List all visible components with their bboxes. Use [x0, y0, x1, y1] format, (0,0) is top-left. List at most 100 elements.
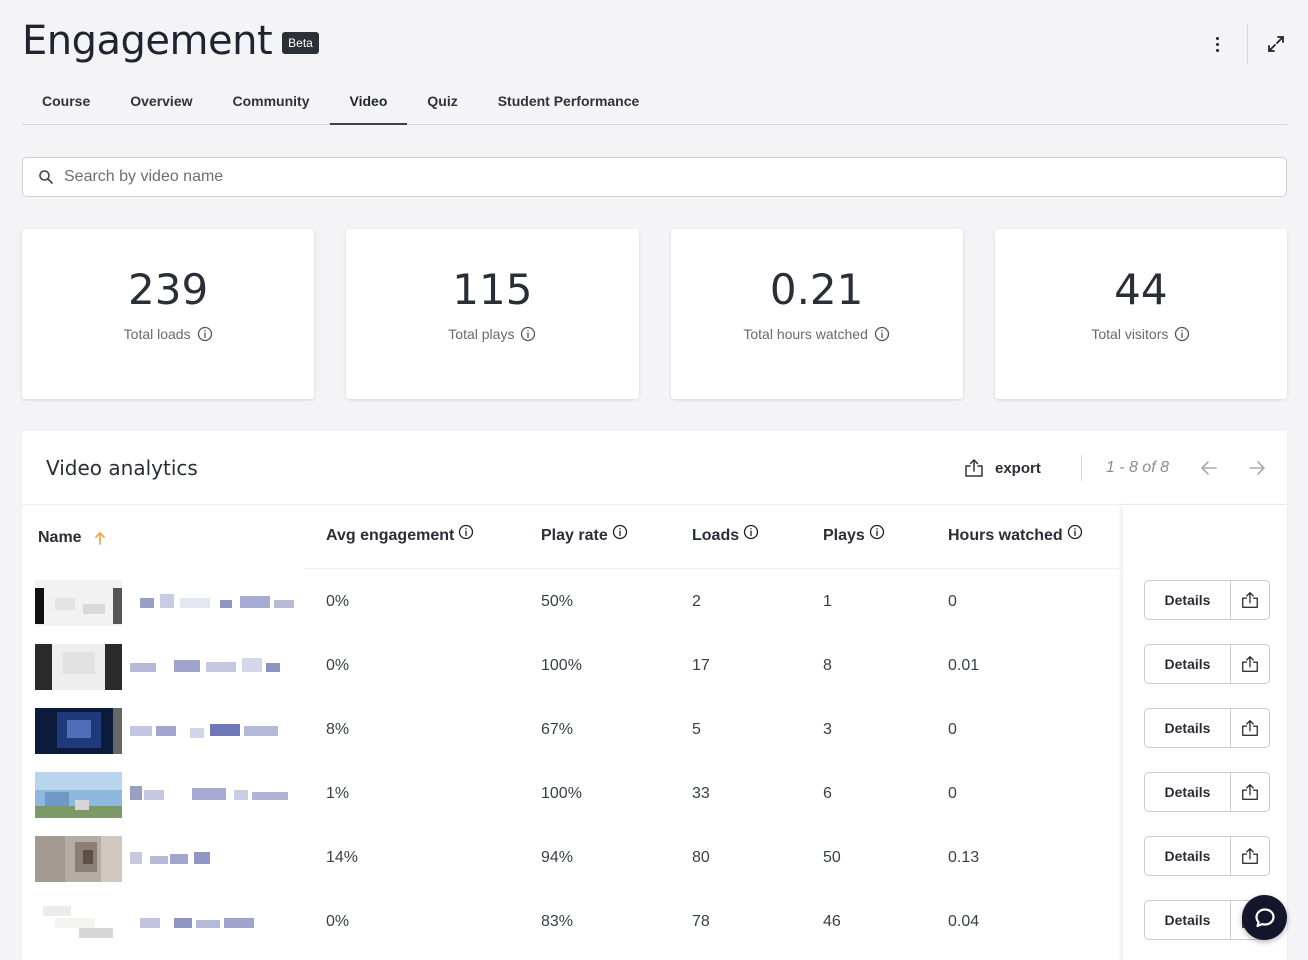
row-export-button[interactable]: [1231, 773, 1269, 811]
video-thumbnail[interactable]: [35, 772, 122, 818]
info-icon[interactable]: [458, 524, 474, 540]
details-button[interactable]: Details: [1145, 773, 1231, 811]
search-input[interactable]: [64, 168, 1286, 186]
avg-engagement-cell: 0%: [326, 913, 350, 930]
video-thumbnail[interactable]: [35, 708, 122, 754]
column-header-play-rate[interactable]: Play rate: [541, 524, 628, 545]
hours-watched-cell: 0.04: [948, 913, 980, 930]
info-icon[interactable]: [1174, 326, 1190, 342]
stat-card-total-loads: 239 Total loads: [22, 229, 315, 399]
avg-engagement-cell: 0%: [326, 657, 350, 674]
row-actions: Details: [1144, 644, 1270, 684]
table-row[interactable]: 1% 100% 33 6 0 Details: [22, 768, 1287, 832]
details-button[interactable]: Details: [1145, 709, 1231, 747]
header-divider: [304, 568, 1124, 569]
stats-row: 239 Total loads 115 Total plays 0.21 Tot…: [22, 229, 1287, 399]
info-icon[interactable]: [743, 524, 759, 540]
export-label: export: [995, 459, 1041, 477]
chat-button[interactable]: [1242, 895, 1287, 940]
video-thumbnail[interactable]: [35, 836, 122, 882]
stat-value: 44: [1114, 265, 1168, 314]
stat-value: 0.21: [769, 265, 864, 314]
chat-icon: [1254, 907, 1275, 927]
play-rate-cell: 100%: [541, 785, 582, 802]
row-export-button[interactable]: [1231, 837, 1269, 875]
tab-quiz[interactable]: Quiz: [407, 80, 477, 124]
stat-label: Total hours watched: [743, 326, 868, 342]
sort-up-icon[interactable]: [92, 530, 108, 546]
tab-overview[interactable]: Overview: [110, 80, 212, 124]
export-icon: [1242, 656, 1258, 672]
column-header-avg-engagement[interactable]: Avg engagement: [326, 524, 474, 545]
export-icon: [965, 459, 983, 477]
stat-value: 115: [452, 265, 533, 314]
expand-icon[interactable]: [1266, 34, 1286, 54]
column-header-hours-watched[interactable]: Hours watched: [948, 524, 1083, 545]
table-row[interactable]: 14% 94% 80 50 0.13 Details: [22, 832, 1287, 896]
arrow-left-icon[interactable]: [1199, 458, 1219, 478]
plays-cell: 8: [823, 657, 832, 674]
hours-watched-cell: 0: [948, 593, 957, 610]
video-name-blurred[interactable]: [130, 850, 300, 866]
avg-engagement-cell: 14%: [326, 849, 359, 866]
column-header-name[interactable]: Name: [38, 529, 108, 547]
panel-tools: export 1 - 8 of 8: [963, 453, 1267, 483]
details-button[interactable]: Details: [1145, 581, 1231, 619]
search-icon: [39, 170, 53, 184]
table-row[interactable]: 0% 83% 78 46 0.04 Details: [22, 896, 1287, 960]
stat-label: Total visitors: [1091, 326, 1169, 342]
column-header-loads[interactable]: Loads: [692, 524, 759, 545]
play-rate-cell: 94%: [541, 849, 574, 866]
details-button[interactable]: Details: [1145, 901, 1231, 939]
video-name-blurred[interactable]: [130, 786, 300, 802]
details-button[interactable]: Details: [1145, 837, 1231, 875]
panel-header: Video analytics export 1 - 8 of 8: [22, 431, 1287, 505]
table-row[interactable]: 0% 100% 17 8 0.01 Details: [22, 640, 1287, 704]
tab-video[interactable]: Video: [329, 80, 408, 125]
loads-cell: 33: [692, 785, 710, 802]
tools-divider: [1080, 455, 1082, 481]
details-button[interactable]: Details: [1145, 645, 1231, 683]
arrow-right-icon[interactable]: [1247, 458, 1267, 478]
row-export-button[interactable]: [1231, 645, 1269, 683]
avg-engagement-cell: 1%: [326, 785, 350, 802]
info-icon[interactable]: [520, 326, 536, 342]
search-bar: [22, 157, 1287, 197]
kebab-menu-icon[interactable]: [1207, 24, 1227, 64]
export-button[interactable]: export: [963, 457, 1041, 479]
video-thumbnail[interactable]: [35, 900, 122, 946]
table-row[interactable]: 8% 67% 5 3 0 Details: [22, 704, 1287, 768]
loads-cell: 17: [692, 657, 710, 674]
page-title: Engagement: [22, 18, 273, 64]
export-icon: [1242, 848, 1258, 864]
panel-title: Video analytics: [46, 456, 198, 480]
info-icon[interactable]: [874, 326, 890, 342]
table-row[interactable]: 0% 50% 2 1 0 Details: [22, 576, 1287, 640]
info-icon[interactable]: [869, 524, 885, 540]
video-thumbnail[interactable]: [35, 644, 122, 690]
video-thumbnail[interactable]: [35, 580, 122, 626]
column-header-plays[interactable]: Plays: [823, 524, 885, 545]
row-actions: Details: [1144, 836, 1270, 876]
info-icon[interactable]: [197, 326, 213, 342]
video-name-blurred[interactable]: [130, 914, 300, 930]
row-export-button[interactable]: [1231, 581, 1269, 619]
hours-watched-cell: 0: [948, 721, 957, 738]
stat-value: 239: [128, 265, 209, 314]
video-name-blurred[interactable]: [130, 658, 300, 674]
avg-engagement-cell: 0%: [326, 593, 350, 610]
info-icon[interactable]: [1067, 524, 1083, 540]
row-export-button[interactable]: [1231, 709, 1269, 747]
video-name-blurred[interactable]: [130, 594, 300, 610]
plays-cell: 6: [823, 785, 832, 802]
loads-cell: 5: [692, 721, 701, 738]
pagination-label: 1 - 8 of 8: [1105, 459, 1169, 476]
video-name-blurred[interactable]: [130, 722, 300, 738]
loads-cell: 78: [692, 913, 710, 930]
tab-student-performance[interactable]: Student Performance: [478, 80, 660, 124]
tab-course[interactable]: Course: [22, 80, 110, 124]
tab-bar: Course Overview Community Video Quiz Stu…: [22, 80, 1287, 125]
tab-community[interactable]: Community: [213, 80, 330, 124]
export-icon: [1242, 592, 1258, 608]
info-icon[interactable]: [612, 524, 628, 540]
